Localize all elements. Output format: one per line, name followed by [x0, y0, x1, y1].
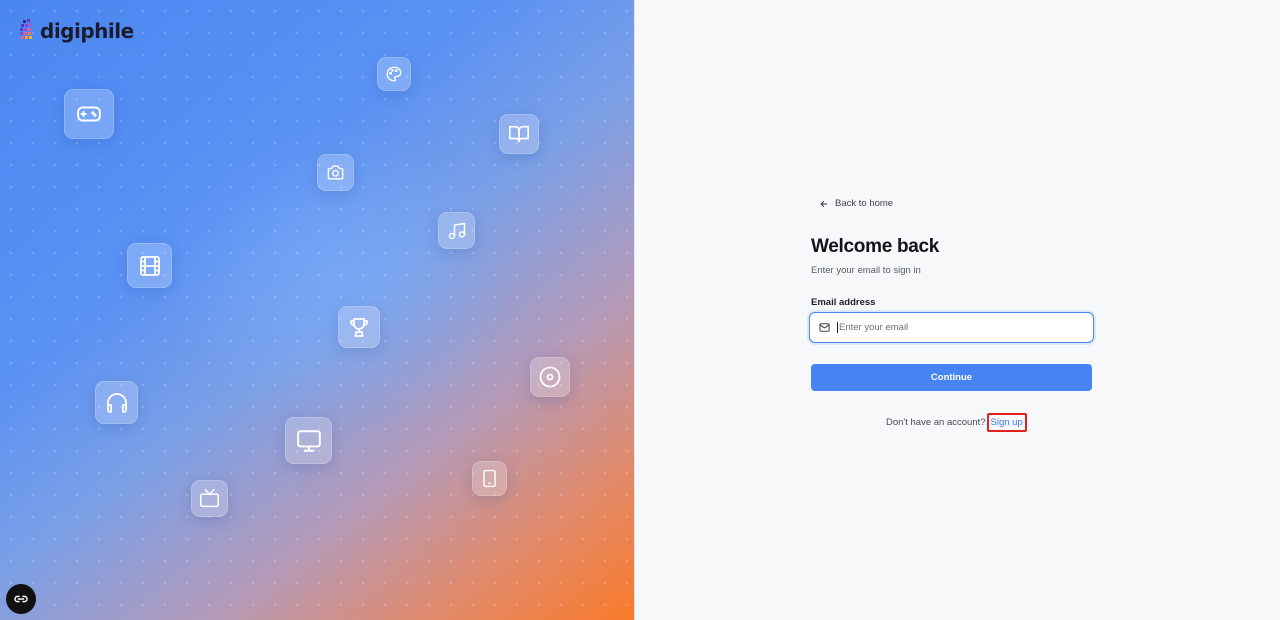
gamepad-icon	[77, 106, 101, 122]
trophy-tile	[338, 306, 380, 348]
trophy-icon	[349, 318, 369, 337]
email-field[interactable]	[809, 312, 1094, 343]
brand-logo[interactable]: digiphile	[18, 18, 134, 44]
palette-icon	[386, 66, 402, 82]
signup-prompt: Don't have an account? Sign up	[886, 413, 1027, 432]
headphones-icon	[106, 392, 127, 413]
page-subtitle: Enter your email to sign in	[811, 265, 921, 276]
camera-tile	[317, 154, 354, 191]
monitor-icon	[296, 429, 321, 452]
film-tile	[127, 243, 172, 288]
mail-icon	[819, 323, 830, 332]
film-icon	[139, 255, 160, 276]
palette-tile	[377, 57, 411, 91]
hero-panel: digiphile	[0, 0, 634, 620]
tablet-tile	[472, 461, 507, 496]
music-tile	[438, 212, 475, 249]
back-to-home-label: Back to home	[835, 198, 894, 209]
email-input[interactable]	[837, 322, 1077, 333]
brand-name: digiphile	[40, 19, 134, 43]
logo-mark-icon	[18, 18, 38, 44]
sign-up-link[interactable]: Sign up	[986, 413, 1027, 432]
continue-button[interactable]: Continue	[811, 364, 1092, 391]
book-tile	[499, 114, 539, 154]
tv-icon	[199, 488, 220, 508]
cookie-settings-button[interactable]	[6, 584, 36, 614]
no-account-text: Don't have an account?	[886, 417, 986, 428]
tv-tile	[191, 480, 228, 517]
book-icon	[509, 125, 529, 143]
monitor-tile	[285, 417, 332, 464]
disc-icon	[539, 366, 561, 388]
gamepad-tile	[64, 89, 114, 139]
music-icon	[448, 222, 465, 239]
login-panel: Back to home Welcome back Enter your ema…	[634, 0, 1280, 620]
disc-tile	[530, 357, 570, 397]
link-icon	[14, 595, 28, 603]
email-label: Email address	[811, 297, 876, 308]
page-title: Welcome back	[811, 236, 940, 257]
headphones-tile	[95, 381, 138, 424]
arrow-left-icon	[820, 200, 828, 207]
tablet-icon	[483, 469, 496, 488]
back-to-home-link[interactable]: Back to home	[819, 198, 893, 209]
camera-icon	[327, 165, 344, 180]
